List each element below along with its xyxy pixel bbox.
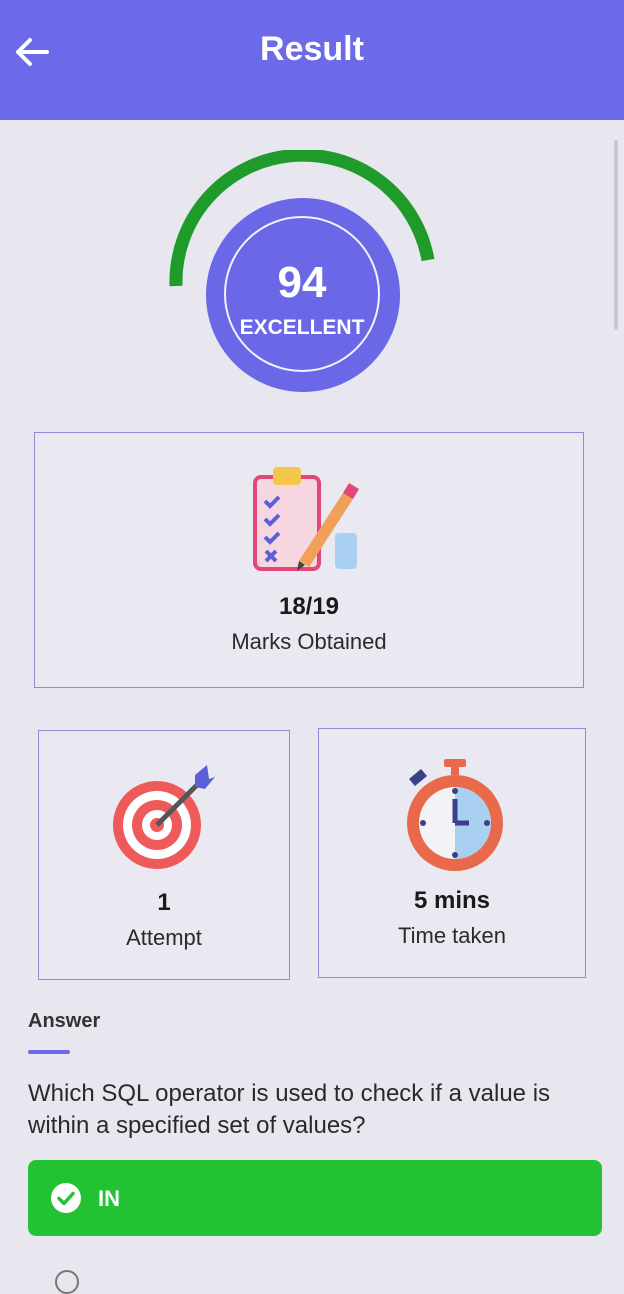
score-rating: EXCELLENT xyxy=(239,316,365,339)
answer-section-label: Answer xyxy=(28,1010,101,1032)
time-value: 5 mins xyxy=(413,887,491,914)
correct-answer-option[interactable]: IN xyxy=(28,1160,602,1236)
time-label: Time taken xyxy=(397,923,506,948)
attempt-card: 1 Attempt xyxy=(38,730,290,980)
question-text: Which SQL operator is used to check if a… xyxy=(28,1080,551,1139)
option-radio[interactable] xyxy=(55,1270,79,1294)
time-card: 5 mins Time taken xyxy=(318,728,586,978)
score-gauge: 94 EXCELLENT xyxy=(168,150,436,392)
page-title: Result xyxy=(260,30,364,68)
marks-value: 18/19 xyxy=(278,593,340,620)
score-inner-ring: 94 EXCELLENT xyxy=(224,216,380,372)
attempt-label: Attempt xyxy=(126,925,202,950)
scrollbar[interactable] xyxy=(614,140,618,330)
app-bar: Result xyxy=(0,0,624,120)
check-circle-icon xyxy=(51,1183,81,1213)
answer-option-label: IN xyxy=(98,1186,120,1211)
score-circle: 94 EXCELLENT xyxy=(206,198,400,392)
marks-card: 18/19 Marks Obtained xyxy=(34,432,584,688)
score-value: 94 xyxy=(277,258,327,307)
clipboard-checklist-icon xyxy=(253,467,359,571)
target-dart-icon xyxy=(113,765,215,869)
marks-label: Marks Obtained xyxy=(231,629,387,654)
section-underline xyxy=(28,1050,70,1054)
stopwatch-icon xyxy=(407,759,503,871)
attempt-value: 1 xyxy=(157,889,171,916)
